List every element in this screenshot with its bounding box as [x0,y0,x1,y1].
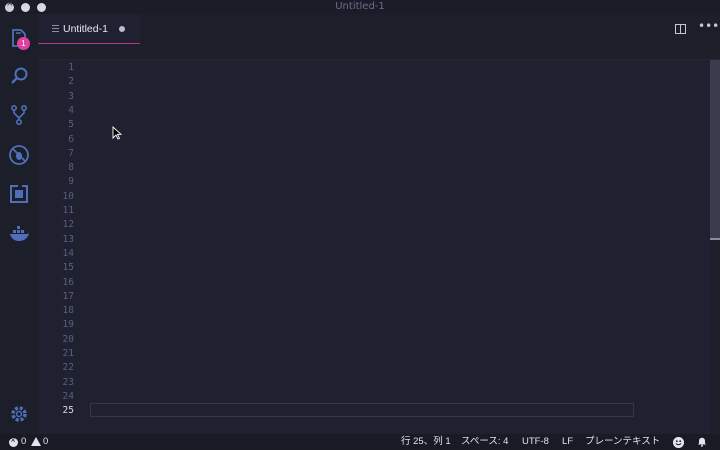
notifications-bell-icon[interactable] [697,437,707,447]
activity-bar: 1 [0,14,38,434]
docker-icon[interactable] [7,222,31,246]
explorer-badge: 1 [17,37,30,50]
line-number: 2 [68,76,74,88]
editor-header-strip [38,44,720,60]
line-number: 1 [68,62,74,73]
line-number: 14 [62,247,74,259]
line-number: 22 [62,362,74,374]
language-mode[interactable]: プレーンテキスト [585,436,660,448]
unsaved-dot-icon[interactable] [119,26,125,32]
line-number: 5 [68,119,74,131]
line-number: 21 [62,348,74,359]
line-number: 3 [68,90,74,102]
plaintext-file-icon [52,25,59,33]
indentation-setting[interactable]: スペース: 4 [461,436,508,448]
tab-label: Untitled-1 [63,23,108,35]
vertical-scrollbar[interactable] [710,60,720,434]
title-bar: Untitled-1 [0,0,720,14]
line-number: 16 [62,276,74,288]
error-icon[interactable] [9,435,18,447]
line-number: 10 [62,190,74,202]
line-number: 6 [68,133,74,145]
split-editor-icon[interactable] [675,24,686,34]
tab-bar: Untitled-1 ••• [38,14,720,44]
line-number: 19 [62,319,74,331]
current-line-highlight [90,403,634,417]
line-number: 4 [68,104,74,116]
line-number: 18 [62,305,74,317]
window-title: Untitled-1 [335,1,385,12]
gear-icon[interactable] [7,402,31,426]
line-number: 20 [62,333,74,345]
status-bar: 0 0 行 25、列 1 スペース: 4 UTF-8 LF プレーンテキスト [0,434,720,450]
tab-untitled-1[interactable]: Untitled-1 [38,14,140,44]
line-number: 11 [62,205,74,216]
line-number: 8 [68,162,74,174]
scrollbar-thumb[interactable] [710,60,720,240]
extensions-icon[interactable] [7,182,31,206]
warning-count[interactable]: 0 [43,436,48,448]
mouse-pointer-icon [112,126,122,140]
eol-setting[interactable]: LF [562,436,573,448]
feedback-smiley-icon[interactable] [673,437,684,448]
line-number: 23 [62,376,74,388]
source-control-icon[interactable] [7,103,31,127]
line-number: 12 [62,219,74,231]
line-number: 9 [68,176,74,188]
line-number: 25 [62,405,74,417]
cursor-position[interactable]: 行 25、列 1 [401,436,451,448]
more-actions-icon[interactable]: ••• [698,19,719,33]
line-number: 15 [62,262,74,274]
debug-icon[interactable] [7,143,31,167]
line-number: 13 [62,233,74,245]
encoding-setting[interactable]: UTF-8 [522,436,549,448]
search-icon[interactable] [7,64,31,88]
scrollbar-cursor-marker [710,238,720,240]
line-number: 17 [62,290,74,302]
editor-area[interactable]: 1 2 3 4 5 6 7 8 9 10 11 12 13 14 15 16 17 18 19 20 21 22 23 24 2… [38,60,710,434]
line-number: 7 [68,147,74,159]
error-count[interactable]: 0 [21,436,26,448]
warning-icon[interactable] [31,437,41,446]
line-number: 24 [62,390,74,402]
